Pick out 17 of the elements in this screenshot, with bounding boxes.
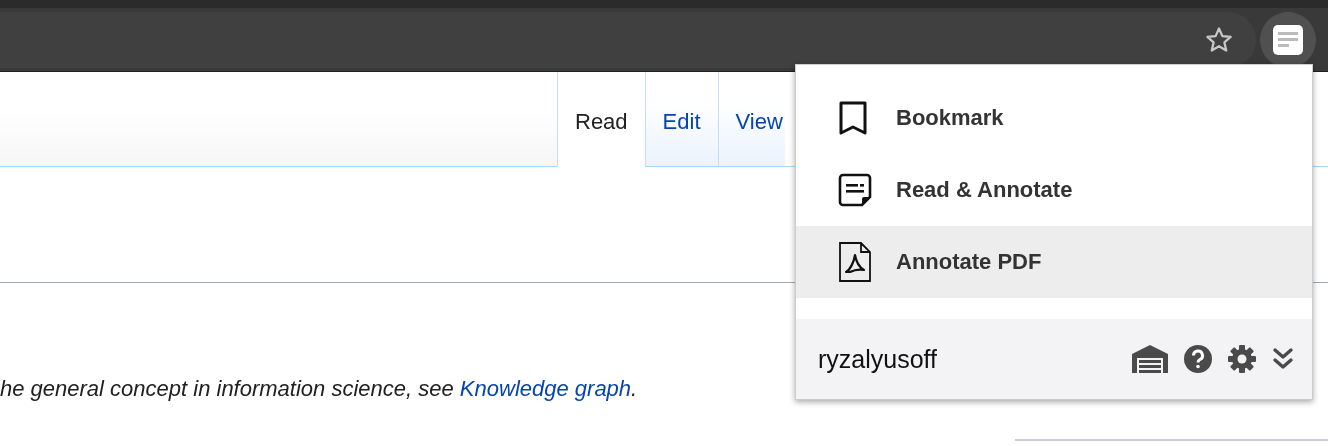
note-icon <box>838 173 872 207</box>
hatnote: he general concept in information science, see Knowledge graph. <box>0 377 639 401</box>
star-icon[interactable] <box>1204 24 1234 55</box>
note-icon <box>1272 23 1304 56</box>
page-tab[interactable]: View <box>717 72 785 167</box>
garage-icon[interactable] <box>1132 345 1168 373</box>
menu-item[interactable]: Read & Annotate <box>796 154 1312 226</box>
settings-icon[interactable] <box>1228 345 1256 373</box>
username: ryzalyusoff <box>818 344 939 374</box>
pdf-file-icon <box>838 242 872 282</box>
menu-item[interactable]: Bookmark <box>796 82 1312 154</box>
help-icon[interactable] <box>1184 345 1212 373</box>
article-link[interactable]: Knowledge graph <box>459 376 632 401</box>
bookmark-icon <box>838 101 868 135</box>
menu-item[interactable]: Annotate PDF <box>796 226 1312 298</box>
page-tab[interactable]: Edit <box>644 72 718 167</box>
chevron-down-icon[interactable] <box>1272 347 1294 371</box>
